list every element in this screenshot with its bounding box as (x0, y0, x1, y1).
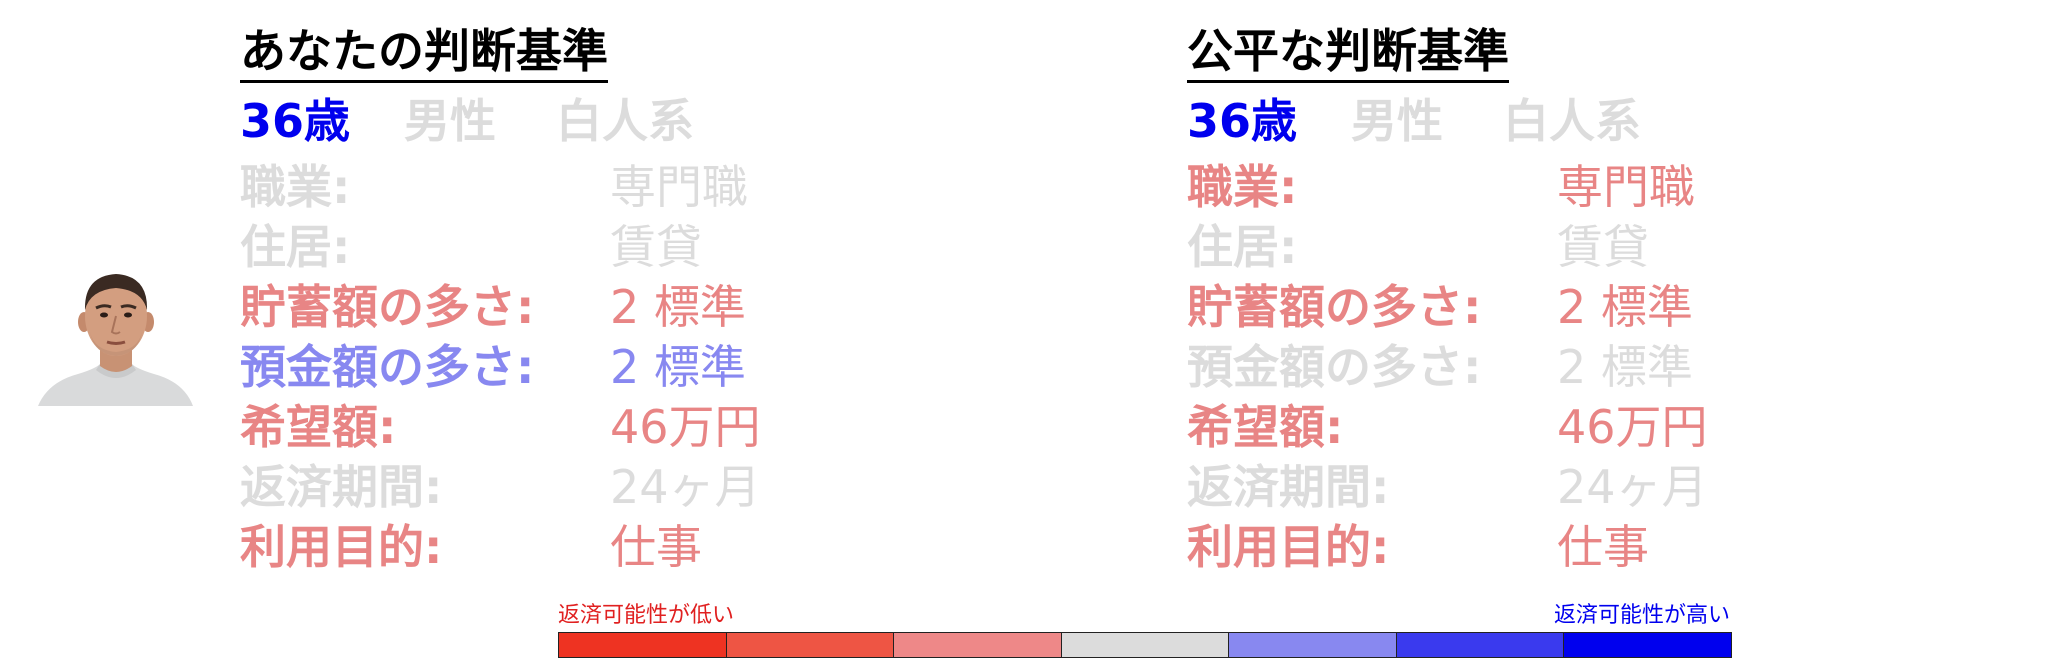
scale-segment (725, 633, 894, 657)
race-label: 白人系 (556, 94, 694, 148)
age-label: 36歳 (240, 94, 351, 148)
attribute-value: 46万円 (1557, 400, 1708, 454)
gender-label: 男性 (404, 94, 496, 148)
applicant-portrait (38, 274, 193, 406)
scale-high-label: 返済可能性が高い (1553, 603, 1730, 628)
demographics-row: 36歳 男性 白人系 (240, 95, 761, 147)
attribute-value: 46万円 (610, 400, 761, 454)
attribute-value: 仕事 (1557, 520, 1649, 574)
attribute-row-repayment-period: 返済期間: 24ヶ月 (1187, 457, 1708, 517)
attribute-value: 2 標準 (610, 340, 746, 394)
attribute-list: 職業: 専門職 住居: 賃貸 貯蓄額の多さ: 2 標準 預金額の多さ: 2 標準… (1187, 157, 1708, 577)
attribute-value: 専門職 (610, 160, 748, 214)
panel-title: あなたの判断基準 (240, 22, 608, 83)
attribute-label: 貯蓄額の多さ: (1187, 280, 1482, 334)
attribute-label: 預金額の多さ: (240, 340, 535, 394)
attribute-row-repayment-period: 返済期間: 24ヶ月 (240, 457, 761, 517)
attribute-label: 利用目的: (240, 520, 443, 574)
gender-label: 男性 (1351, 94, 1443, 148)
your-criteria-panel: あなたの判断基準 36歳 男性 白人系 職業: 専門職 住居: 賃貸 貯蓄額の多… (240, 22, 761, 577)
attribute-label: 利用目的: (1187, 520, 1390, 574)
attribute-value: 賃貸 (610, 220, 702, 274)
attribute-value: 24ヶ月 (1557, 460, 1708, 514)
attribute-label: 預金額の多さ: (1187, 340, 1482, 394)
attribute-value: 24ヶ月 (610, 460, 761, 514)
race-label: 白人系 (1503, 94, 1641, 148)
scale-segment (559, 633, 726, 657)
attribute-label: 職業: (240, 160, 351, 214)
scale-segment (893, 633, 1061, 657)
attribute-row-occupation: 職業: 専門職 (1187, 157, 1708, 217)
age-label: 36歳 (1187, 94, 1298, 148)
fair-criteria-panel: 公平な判断基準 36歳 男性 白人系 職業: 専門職 住居: 賃貸 貯蓄額の多さ… (1187, 22, 1708, 577)
scale-segment (1060, 633, 1229, 657)
attribute-row-housing: 住居: 賃貸 (240, 217, 761, 277)
scale-low-label: 返済可能性が低い (558, 603, 735, 628)
attribute-value: 2 標準 (610, 280, 746, 334)
panel-title: 公平な判断基準 (1187, 22, 1509, 83)
attribute-label: 返済期間: (240, 460, 443, 514)
demographics-row: 36歳 男性 白人系 (1187, 95, 1708, 147)
attribute-value: 賃貸 (1557, 220, 1649, 274)
attribute-row-savings: 貯蓄額の多さ: 2 標準 (240, 277, 761, 337)
attribute-list: 職業: 専門職 住居: 賃貸 貯蓄額の多さ: 2 標準 預金額の多さ: 2 標準… (240, 157, 761, 577)
attribute-label: 希望額: (240, 400, 397, 454)
attribute-value: 仕事 (610, 520, 702, 574)
attribute-label: 貯蓄額の多さ: (240, 280, 535, 334)
repayment-likelihood-scale (558, 632, 1732, 658)
attribute-row-savings: 貯蓄額の多さ: 2 標準 (1187, 277, 1708, 337)
attribute-label: 返済期間: (1187, 460, 1390, 514)
attribute-value: 2 標準 (1557, 340, 1693, 394)
attribute-label: 住居: (1187, 220, 1298, 274)
scale-segment (1228, 633, 1396, 657)
scale-segment (1395, 633, 1564, 657)
attribute-value: 2 標準 (1557, 280, 1693, 334)
attribute-value: 専門職 (1557, 160, 1695, 214)
attribute-row-purpose: 利用目的: 仕事 (1187, 517, 1708, 577)
attribute-label: 希望額: (1187, 400, 1344, 454)
attribute-label: 住居: (240, 220, 351, 274)
attribute-row-occupation: 職業: 専門職 (240, 157, 761, 217)
attribute-label: 職業: (1187, 160, 1298, 214)
attribute-row-purpose: 利用目的: 仕事 (240, 517, 761, 577)
attribute-row-requested-amount: 希望額: 46万円 (1187, 397, 1708, 457)
attribute-row-deposits: 預金額の多さ: 2 標準 (1187, 337, 1708, 397)
attribute-row-requested-amount: 希望額: 46万円 (240, 397, 761, 457)
scale-segment (1563, 633, 1732, 657)
attribute-row-deposits: 預金額の多さ: 2 標準 (240, 337, 761, 397)
attribute-row-housing: 住居: 賃貸 (1187, 217, 1708, 277)
